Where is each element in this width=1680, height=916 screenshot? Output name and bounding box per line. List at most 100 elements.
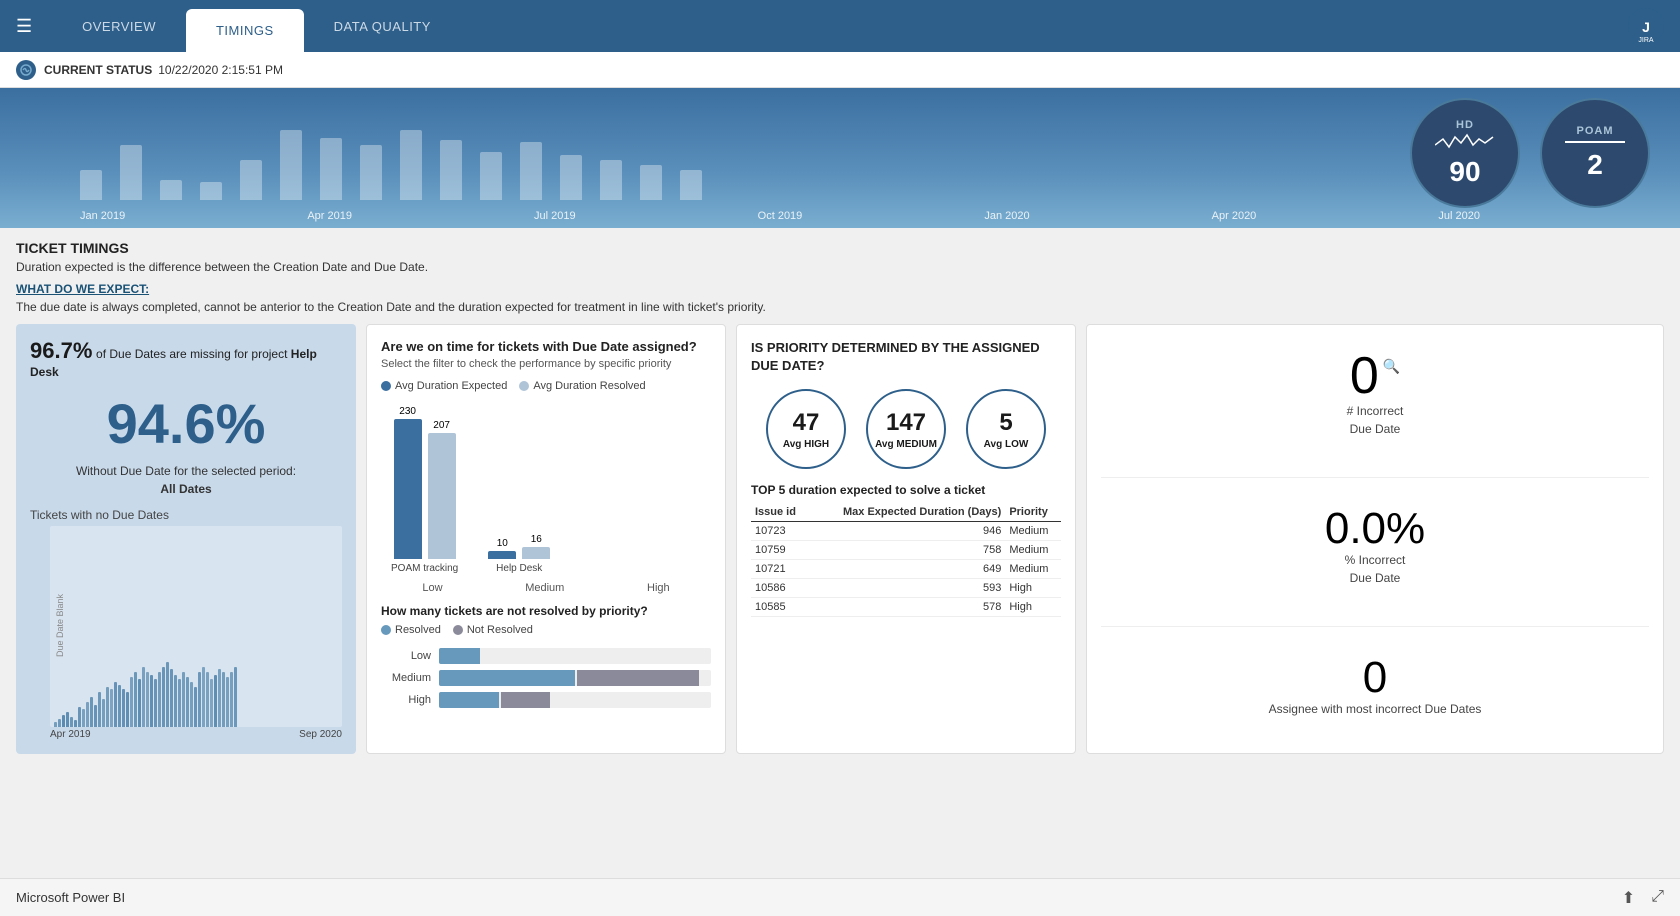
legend-dot-resolved — [519, 381, 529, 391]
chart-dates: Apr 2019 Sep 2020 — [50, 729, 342, 740]
h-bar-resolved — [439, 692, 499, 708]
fullscreen-icon[interactable]: ⤢ — [1651, 888, 1664, 908]
poam-number: 2 — [1587, 149, 1603, 181]
timeline-bar — [320, 138, 342, 200]
mini-bar — [206, 672, 209, 727]
mini-bar — [230, 672, 233, 727]
hamburger-icon[interactable]: ☰ — [16, 16, 32, 37]
mini-bar — [182, 672, 185, 727]
ticket-timings-desc: Duration expected is the difference betw… — [16, 260, 1664, 274]
timeline-area: Jan 2019Apr 2019Jul 2019Oct 2019Jan 2020… — [0, 88, 1680, 228]
how-legend: Resolved Not Resolved — [381, 624, 711, 636]
mini-bar — [82, 709, 85, 727]
h-bar-track — [439, 692, 711, 708]
timeline-bar — [160, 180, 182, 200]
timeline-bar — [640, 165, 662, 200]
status-bar: CURRENT STATUS 10/22/2020 2:15:51 PM — [0, 52, 1680, 88]
timeline-label: Jul 2019 — [534, 210, 576, 222]
grouped-bar-chart: 230 207 POAM tracking — [381, 404, 711, 574]
cell-priority: Medium — [1005, 541, 1061, 560]
timeline-label: Apr 2019 — [307, 210, 352, 222]
chart-date-end: Sep 2020 — [299, 729, 342, 740]
table-row: 10721649Medium — [751, 560, 1061, 579]
h-bar-resolved — [439, 670, 575, 686]
bar-val-230: 230 — [399, 406, 416, 417]
legend-duration: Avg Duration Expected Avg Duration Resol… — [381, 380, 711, 392]
mini-bar — [90, 697, 93, 727]
poam-circle: POAM 2 — [1540, 98, 1650, 208]
pct-96: 96.7% — [30, 338, 92, 363]
footer-text: Microsoft Power BI — [16, 890, 125, 905]
top5-table: Issue id Max Expected Duration (Days) Pr… — [751, 503, 1061, 617]
share-icon[interactable]: ⬆ — [1622, 888, 1635, 908]
hd-label: HD — [1456, 119, 1474, 131]
legend-label-resolved: Avg Duration Resolved — [533, 380, 645, 392]
p-num-low: 5 — [999, 409, 1012, 437]
poam-label: POAM — [1577, 125, 1614, 137]
mini-bar — [106, 687, 109, 727]
tab-data-quality[interactable]: DATA QUALITY — [304, 5, 461, 48]
bar-cat-poam: POAM tracking — [391, 563, 458, 574]
content-area: TICKET TIMINGS Duration expected is the … — [0, 228, 1680, 878]
mini-bar — [122, 689, 125, 727]
timeline-bar — [480, 152, 502, 200]
bar-rect-230 — [394, 419, 422, 559]
h-bar-not-resolved — [577, 670, 699, 686]
mini-bar — [74, 720, 77, 727]
panel2-subtitle: Select the filter to check the performan… — [381, 358, 711, 370]
mini-bar — [126, 692, 129, 727]
stat-block-2: 0.0% % IncorrectDue Date — [1101, 507, 1649, 587]
nav-tabs: OVERVIEW TIMINGS DATA QUALITY — [52, 5, 1664, 48]
panels-row: 96.7% of Due Dates are missing for proje… — [16, 324, 1664, 754]
mini-bar — [202, 667, 205, 727]
mini-bar — [158, 672, 161, 727]
mini-bar — [130, 677, 133, 727]
p-circle-medium: 147 Avg MEDIUM — [866, 389, 946, 469]
bar-rect-16 — [522, 547, 550, 559]
without-due-text: Without Due Date for the selected period… — [30, 462, 342, 498]
mini-bar — [54, 722, 57, 727]
table-row: 10586593High — [751, 579, 1061, 598]
p-num-high: 47 — [793, 409, 820, 437]
mini-bar — [194, 687, 197, 727]
cell-issue-id: 10721 — [751, 560, 809, 579]
legend-avg-resolved: Avg Duration Resolved — [519, 380, 645, 392]
cell-priority: Medium — [1005, 522, 1061, 541]
panel-on-time: Are we on time for tickets with Due Date… — [366, 324, 726, 754]
status-label: CURRENT STATUS — [44, 63, 152, 77]
bar-val-207: 207 — [433, 420, 450, 431]
bars-helpdesk: 10 16 — [488, 534, 550, 559]
mini-bar — [178, 679, 181, 727]
search-icon: 🔍 — [1383, 358, 1400, 375]
status-date: 10/22/2020 2:15:51 PM — [158, 63, 283, 77]
timeline-bar — [600, 160, 622, 200]
mini-bar — [114, 682, 117, 727]
bars-poam: 230 207 — [394, 406, 456, 559]
h-bar-track — [439, 648, 711, 664]
mini-bar — [218, 669, 221, 727]
mini-bar — [214, 675, 217, 727]
svg-text:J: J — [1642, 19, 1650, 35]
mini-bar — [150, 675, 153, 727]
h-bar-label: High — [381, 694, 431, 706]
cell-days: 578 — [809, 598, 1005, 617]
priority-circles: 47 Avg HIGH 147 Avg MEDIUM 5 — [751, 389, 1061, 469]
main-container: ☰ OVERVIEW TIMINGS DATA QUALITY J JIRA C… — [0, 0, 1680, 916]
panel-priority: IS PRIORITY DETERMINED BY THE ASSIGNED D… — [736, 324, 1076, 754]
how-many-title: How many tickets are not resolved by pri… — [381, 604, 711, 618]
mini-bar — [234, 667, 237, 727]
timeline-bars — [80, 98, 1600, 200]
timeline-bar — [680, 170, 702, 200]
what-expect-desc: The due date is always completed, cannot… — [16, 300, 1664, 314]
tab-timings[interactable]: TIMINGS — [186, 9, 304, 52]
tab-overview[interactable]: OVERVIEW — [52, 5, 186, 48]
bar-hd-16: 16 — [522, 534, 550, 559]
timeline-label: Apr 2020 — [1212, 210, 1257, 222]
ticket-timings-title: TICKET TIMINGS — [16, 240, 1664, 256]
mini-bar — [62, 715, 65, 727]
h-bar-label: Low — [381, 650, 431, 662]
cell-issue-id: 10723 — [751, 522, 809, 541]
mini-bar — [142, 667, 145, 727]
mini-bar — [222, 672, 225, 727]
mini-bar — [102, 699, 105, 727]
